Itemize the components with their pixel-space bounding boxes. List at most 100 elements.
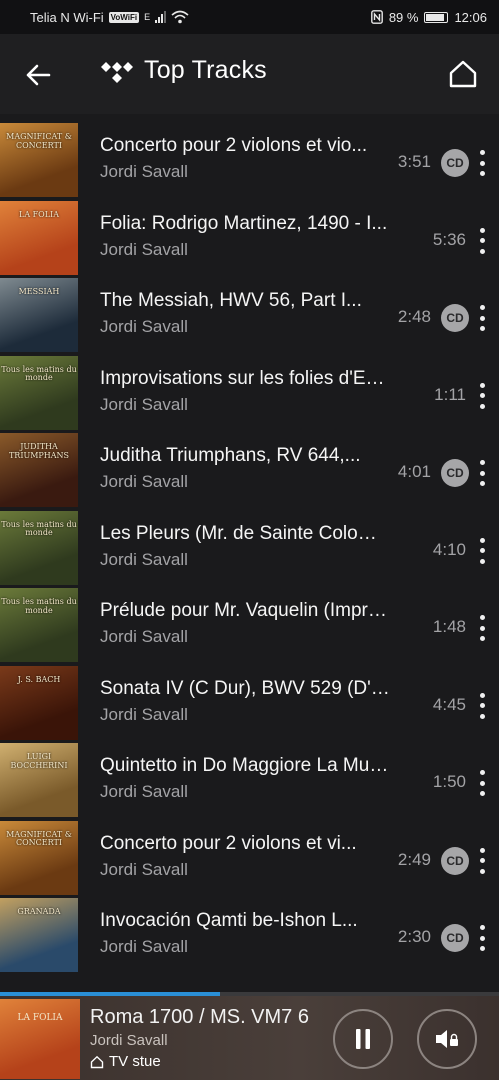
cover-lettering: MESSIAH [18, 287, 60, 296]
track-duration: 5:36 [432, 229, 466, 249]
track-duration: 3:51 [397, 152, 431, 171]
page-title: Top Tracks [144, 56, 267, 84]
volume-button[interactable] [417, 1009, 477, 1069]
track-row[interactable]: LA FOLIA Folia: Rodrigo Martinez, 1490 -… [0, 197, 499, 275]
now-playing-cover[interactable]: LA FOLIA [0, 999, 80, 1079]
speaker-lock-icon [436, 1030, 458, 1048]
cover-lettering: LA FOLIA [19, 209, 59, 219]
album-cover[interactable]: MAGNIFICAT & CONCERTI [0, 123, 78, 197]
cd-quality-badge: CD [441, 846, 469, 875]
more-options-icon[interactable] [474, 224, 490, 258]
track-row[interactable]: GRANADA Invocación Qamti be-Ishon L... J… [0, 894, 499, 972]
cover-lettering: Tous les matins du monde [1, 519, 77, 538]
more-options-icon[interactable] [474, 844, 490, 878]
album-cover[interactable]: MESSIAH [0, 278, 78, 352]
now-playing-title: Roma 1700 / MS. VM7 6 [90, 1006, 309, 1028]
track-title: Prélude pour Mr. Vaquelin (Improv... [100, 600, 390, 621]
more-options-icon[interactable] [474, 146, 490, 180]
now-playing-artist: Jordi Savall [90, 1032, 168, 1049]
album-cover[interactable]: LUIGI BOCCHERINI [0, 743, 78, 817]
album-cover[interactable]: Tous les matins du monde [0, 510, 78, 585]
app-header: Top Tracks [0, 34, 499, 114]
more-options-icon[interactable] [474, 379, 490, 413]
track-artist: Jordi Savall [100, 704, 188, 724]
track-artist: Jordi Savall [100, 859, 188, 879]
track-title: Invocación Qamti be-Ishon L... [100, 910, 358, 931]
track-row[interactable]: Tous les matins du monde Les Pleurs (Mr.… [0, 507, 499, 585]
track-row[interactable]: MAGNIFICAT & CONCERTI Concerto pour 2 vi… [0, 817, 499, 895]
track-row[interactable]: JUDITHA TRIUMPHANS Juditha Triumphans, R… [0, 429, 499, 507]
track-artist: Jordi Savall [100, 782, 188, 801]
battery-icon [424, 11, 449, 23]
track-title: The Messiah, HWV 56, Part I... [100, 290, 362, 311]
track-duration: 1:11 [434, 384, 466, 404]
cover-lettering: LA FOLIA [17, 1013, 63, 1023]
cd-quality-badge: CD [441, 149, 469, 177]
clock: 12:06 [454, 9, 487, 25]
track-duration: 2:48 [397, 307, 431, 326]
home-icon[interactable] [447, 58, 479, 90]
more-options-icon[interactable] [474, 456, 490, 490]
track-duration: 1:48 [432, 617, 466, 636]
track-row[interactable]: Tous les matins du monde Prélude pour Mr… [0, 584, 499, 662]
track-title: Improvisations sur les folies d'Esp... [100, 367, 390, 389]
cd-quality-badge: CD [441, 304, 469, 332]
cover-lettering: Tous les matins du monde [1, 597, 77, 615]
tidal-logo-icon [101, 62, 133, 83]
battery-percent: 89 % [388, 9, 419, 25]
cover-lettering: J. S. BACH [17, 674, 61, 684]
mini-player[interactable]: LA FOLIA Roma 1700 / MS. VM7 6 Jordi Sav… [0, 996, 499, 1080]
track-artist: Jordi Savall [100, 394, 188, 414]
nfc-icon [370, 10, 383, 24]
track-duration: 1:50 [432, 772, 466, 791]
more-options-icon[interactable] [474, 921, 490, 955]
wifi-icon [171, 10, 189, 24]
album-cover[interactable]: Tous les matins du monde [0, 588, 78, 662]
cover-lettering: GRANADA [17, 907, 61, 916]
track-title: Concerto pour 2 violons et vi... [100, 832, 357, 854]
track-title: Juditha Triumphans, RV 644,... [100, 445, 361, 466]
signal-icon [155, 11, 167, 23]
track-row[interactable]: Tous les matins du monde Improvisations … [0, 352, 499, 430]
album-cover[interactable]: MAGNIFICAT & CONCERTI [0, 820, 78, 895]
cover-lettering: Tous les matins du monde [1, 364, 77, 383]
more-options-icon[interactable] [474, 534, 490, 568]
arrow-left-icon[interactable] [22, 59, 54, 91]
track-duration: 2:49 [397, 849, 431, 869]
track-row[interactable]: J. S. BACH Sonata IV (C Dur), BWV 529 (D… [0, 662, 499, 740]
track-duration: 2:30 [397, 927, 431, 946]
more-options-icon[interactable] [474, 689, 490, 723]
home-icon [90, 1055, 104, 1068]
track-title: Folia: Rodrigo Martinez, 1490 - I... [100, 212, 388, 234]
track-list: MAGNIFICAT & CONCERTI Concerto pour 2 vi… [0, 119, 499, 972]
device-name: TV stue [109, 1053, 161, 1070]
now-playing-device[interactable]: TV stue [90, 1053, 161, 1070]
track-artist: Jordi Savall [100, 239, 188, 259]
cd-quality-badge: CD [441, 924, 469, 952]
more-options-icon[interactable] [474, 611, 490, 645]
cover-lettering: JUDITHA TRIUMPHANS [8, 442, 70, 460]
album-cover[interactable]: LA FOLIA [0, 200, 78, 275]
track-artist: Jordi Savall [100, 549, 188, 569]
track-duration: 4:01 [397, 462, 431, 481]
track-artist: Jordi Savall [100, 472, 188, 491]
pause-button[interactable] [333, 1009, 393, 1069]
track-row[interactable]: LUIGI BOCCHERINI Quintetto in Do Maggior… [0, 739, 499, 817]
album-cover[interactable]: Tous les matins du monde [0, 355, 78, 430]
album-cover[interactable]: J. S. BACH [0, 665, 78, 740]
album-cover[interactable]: JUDITHA TRIUMPHANS [0, 433, 78, 507]
track-duration: 4:45 [432, 694, 466, 714]
track-row[interactable]: MESSIAH The Messiah, HWV 56, Part I... J… [0, 274, 499, 352]
cd-quality-badge: CD [441, 459, 469, 487]
network-type: E [144, 12, 151, 22]
track-title: Concerto pour 2 violons et vio... [100, 135, 368, 156]
track-title: Les Pleurs (Mr. de Sainte Colomb... [100, 522, 390, 544]
status-bar: Telia N Wi-Fi VoWiFi E 89 % 12:06 [0, 0, 499, 34]
track-duration: 4:10 [432, 539, 466, 559]
more-options-icon[interactable] [474, 301, 490, 335]
album-cover[interactable]: GRANADA [0, 898, 78, 972]
track-artist: Jordi Savall [100, 627, 188, 646]
track-artist: Jordi Savall [100, 162, 188, 181]
more-options-icon[interactable] [474, 766, 490, 800]
track-row[interactable]: MAGNIFICAT & CONCERTI Concerto pour 2 vi… [0, 119, 499, 197]
